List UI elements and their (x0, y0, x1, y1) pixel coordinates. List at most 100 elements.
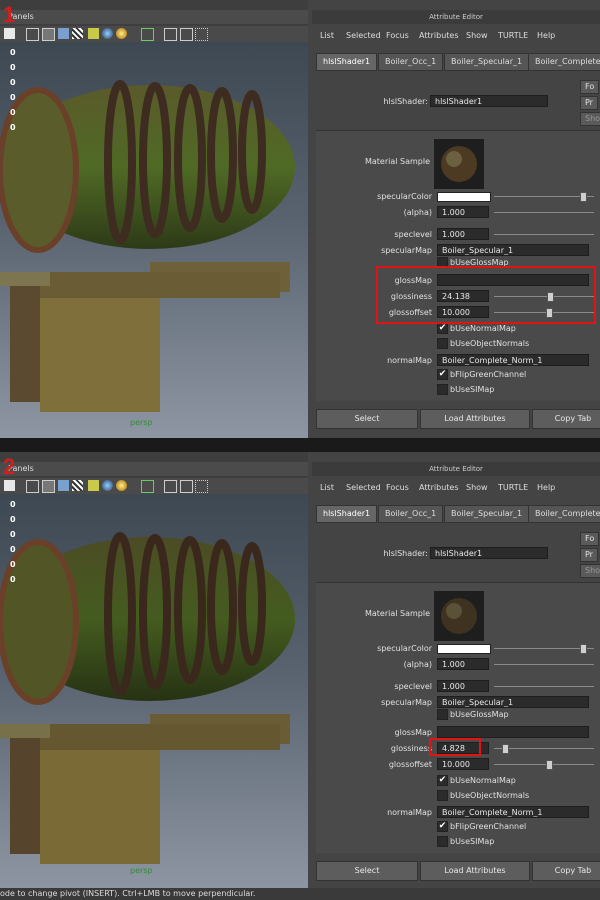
viewport-1[interactable]: Panels 0 0 0 0 0 0 persp 1 (0, 0, 308, 438)
glossoffset-field[interactable]: 10.000 (437, 758, 489, 770)
text-icon[interactable] (4, 28, 15, 39)
copy-tab-button[interactable]: Copy Tab (532, 409, 600, 429)
light-icon[interactable] (88, 28, 99, 39)
specularmap-field[interactable]: Boiler_Specular_1 (437, 696, 589, 708)
alpha-slider[interactable] (494, 664, 594, 665)
select-button[interactable]: Select (316, 861, 418, 881)
specularcolor-swatch[interactable] (437, 644, 491, 654)
sphere-icon[interactable] (102, 480, 113, 491)
show-button[interactable]: Show (580, 564, 600, 578)
select-icon[interactable] (141, 480, 154, 493)
menu-list[interactable]: List (320, 31, 334, 40)
load-attributes-button[interactable]: Load Attributes (420, 409, 530, 429)
frame-icon[interactable] (164, 28, 177, 41)
tab-boiler-occ[interactable]: Boiler_Occ_1 (378, 505, 444, 523)
frame-all-icon[interactable] (180, 28, 193, 41)
menu-focus[interactable]: Focus (386, 483, 409, 492)
ae-title: Attribute Editor (312, 10, 600, 24)
text-icon[interactable] (4, 480, 15, 491)
menu-turtle[interactable]: TURTLE (498, 483, 528, 492)
cube-shaded-icon[interactable] (42, 480, 55, 493)
presets-button[interactable]: Pr (580, 96, 598, 110)
node-name-field[interactable]: hlslShader1 (430, 95, 548, 107)
alpha-field[interactable]: 1.000 (437, 206, 489, 218)
busesimap-checkbox[interactable] (437, 836, 448, 847)
select-button[interactable]: Select (316, 409, 418, 429)
copy-tab-button[interactable]: Copy Tab (532, 861, 600, 881)
glossiness-slider-knob[interactable] (502, 744, 509, 754)
speclevel-slider[interactable] (494, 234, 594, 235)
light-icon[interactable] (88, 480, 99, 491)
tab-boiler-specular[interactable]: Boiler_Specular_1 (444, 53, 530, 71)
sun-icon[interactable] (116, 28, 127, 39)
cube-wire-icon[interactable] (26, 480, 39, 493)
menu-attributes[interactable]: Attributes (419, 31, 459, 40)
checker-icon[interactable] (72, 480, 83, 491)
normalmap-field[interactable]: Boiler_Complete_Norm_1 (437, 806, 589, 818)
specularcolor-slider-knob[interactable] (580, 644, 587, 654)
checker-icon[interactable] (72, 28, 83, 39)
frame-all-icon[interactable] (180, 480, 193, 493)
menu-show[interactable]: Show (466, 483, 488, 492)
select-icon[interactable] (141, 28, 154, 41)
menu-focus[interactable]: Focus (386, 31, 409, 40)
glossiness-slider[interactable] (494, 748, 594, 749)
network-icon[interactable] (195, 480, 208, 493)
presets-button[interactable]: Pr (580, 548, 598, 562)
specularcolor-slider[interactable] (494, 196, 594, 197)
tab-hlslshader1[interactable]: hlslShader1 (316, 505, 378, 523)
bus-normalmap-checkbox[interactable]: ✔ (437, 323, 448, 334)
cube-textured-icon[interactable] (58, 28, 69, 39)
specularcolor-slider[interactable] (494, 648, 594, 649)
viewport-2[interactable]: Panels 0 0 0 0 0 0 persp 2 (0, 452, 308, 890)
speclevel-field[interactable]: 1.000 (437, 228, 489, 240)
node-name-field[interactable]: hlslShader1 (430, 547, 548, 559)
speclevel-field[interactable]: 1.000 (437, 680, 489, 692)
busegl-checkbox[interactable] (437, 709, 448, 720)
normalmap-field[interactable]: Boiler_Complete_Norm_1 (437, 354, 589, 366)
bflip-checkbox[interactable]: ✔ (437, 821, 448, 832)
load-attributes-button[interactable]: Load Attributes (420, 861, 530, 881)
cube-wire-icon[interactable] (26, 28, 39, 41)
tab-boiler-occ[interactable]: Boiler_Occ_1 (378, 53, 444, 71)
network-icon[interactable] (195, 28, 208, 41)
bus-normalmap-checkbox[interactable]: ✔ (437, 775, 448, 786)
bflip-checkbox[interactable]: ✔ (437, 369, 448, 380)
cube-textured-icon[interactable] (58, 480, 69, 491)
menu-selected[interactable]: Selected (346, 483, 381, 492)
tab-boiler-norm[interactable]: Boiler_Complete_Norm_1 (528, 505, 600, 523)
focus-button[interactable]: Fo (580, 80, 600, 94)
tab-hlslshader1[interactable]: hlslShader1 (316, 53, 378, 71)
camera-label: persp (130, 418, 153, 427)
speclevel-slider[interactable] (494, 686, 594, 687)
specularcolor-slider-knob[interactable] (580, 192, 587, 202)
focus-button[interactable]: Fo (580, 532, 600, 546)
busesimap-checkbox[interactable] (437, 384, 448, 395)
glossoffset-slider[interactable] (494, 764, 594, 765)
menu-list[interactable]: List (320, 483, 334, 492)
glossoffset-slider-knob[interactable] (546, 760, 553, 770)
menu-show[interactable]: Show (466, 31, 488, 40)
sphere-icon[interactable] (102, 28, 113, 39)
tab-boiler-norm[interactable]: Boiler_Complete_Norm_1 (528, 53, 600, 71)
alpha-field[interactable]: 1.000 (437, 658, 489, 670)
viewport-scene[interactable] (0, 494, 308, 890)
menu-help[interactable]: Help (537, 31, 555, 40)
show-button[interactable]: Show (580, 112, 600, 126)
viewport-scene[interactable] (0, 42, 308, 438)
alpha-slider[interactable] (494, 212, 594, 213)
cube-shaded-icon[interactable] (42, 28, 55, 41)
frame-icon[interactable] (164, 480, 177, 493)
viewport-toolbar (0, 26, 308, 43)
bus-objectnormals-checkbox[interactable] (437, 790, 448, 801)
sun-icon[interactable] (116, 480, 127, 491)
tab-boiler-specular[interactable]: Boiler_Specular_1 (444, 505, 530, 523)
specularcolor-swatch[interactable] (437, 192, 491, 202)
glossmap-field[interactable] (437, 726, 589, 738)
menu-turtle[interactable]: TURTLE (498, 31, 528, 40)
specularmap-field[interactable]: Boiler_Specular_1 (437, 244, 589, 256)
menu-selected[interactable]: Selected (346, 31, 381, 40)
menu-attributes[interactable]: Attributes (419, 483, 459, 492)
menu-help[interactable]: Help (537, 483, 555, 492)
bus-objectnormals-checkbox[interactable] (437, 338, 448, 349)
